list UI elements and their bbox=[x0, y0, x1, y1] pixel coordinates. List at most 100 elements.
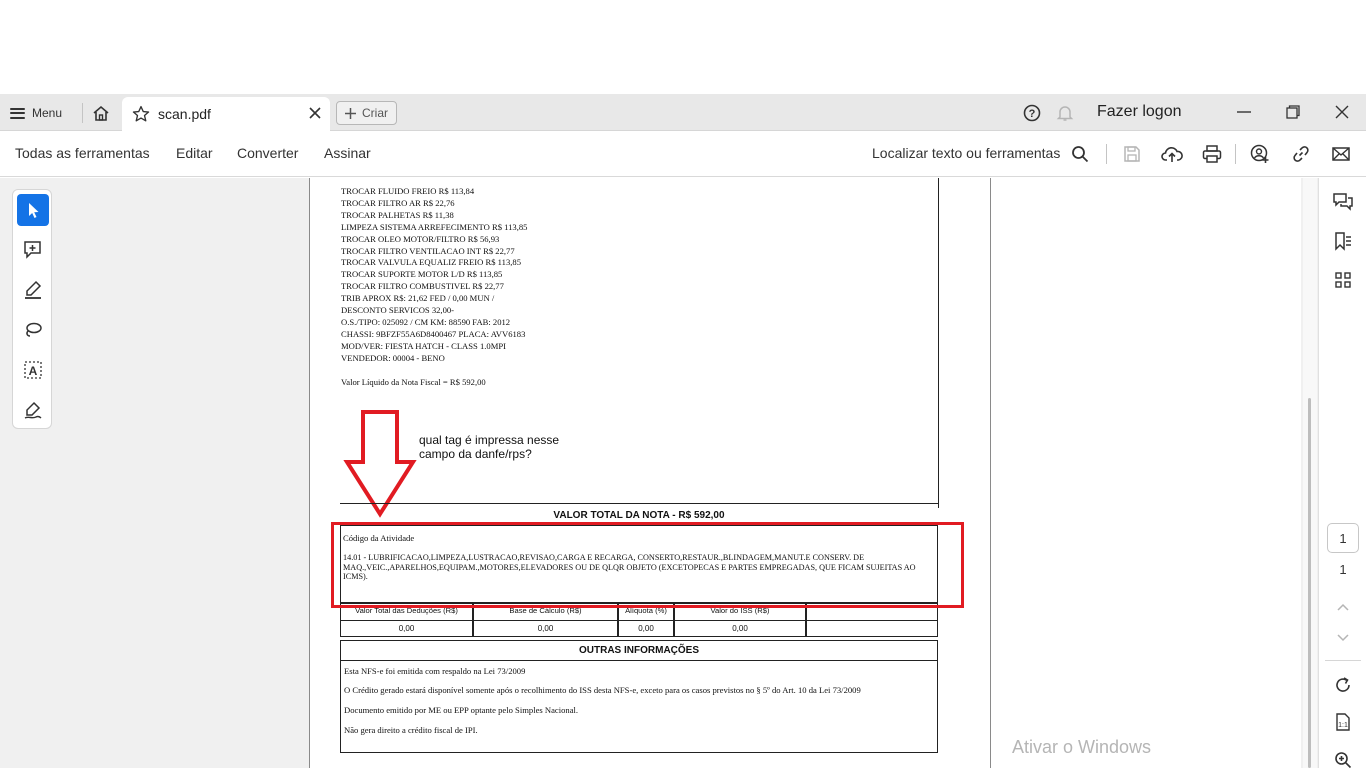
page-number-input[interactable]: 1 bbox=[1327, 523, 1359, 553]
info-line: O Crédito gerado estará disponível somen… bbox=[344, 685, 861, 695]
table-value: 0,00 bbox=[398, 624, 415, 633]
find-tools-label[interactable]: Localizar texto ou ferramentas bbox=[872, 145, 1060, 161]
svg-text:?: ? bbox=[1029, 108, 1036, 120]
quick-tools-bar: A bbox=[12, 189, 52, 429]
service-line: TROCAR FLUIDO FREIO R$ 113,84 bbox=[341, 186, 475, 196]
service-line: TRIB APROX R$: 21,62 FED / 0,00 MUN / bbox=[341, 293, 495, 304]
help-icon[interactable]: ? bbox=[1023, 104, 1041, 127]
link-icon[interactable] bbox=[1290, 143, 1312, 165]
close-window-button[interactable] bbox=[1330, 100, 1354, 124]
comment-plus-icon bbox=[24, 241, 41, 259]
toolbar-edit[interactable]: Editar bbox=[176, 145, 213, 161]
info-line: Não gera direito a crédito fiscal de IPI… bbox=[344, 725, 478, 735]
service-line: TROCAR PALHETAS R$ 11,38 bbox=[341, 209, 454, 220]
toolbar-sign[interactable]: Assinar bbox=[324, 145, 371, 161]
tab-title: scan.pdf bbox=[158, 106, 211, 122]
toolbar-all-tools[interactable]: Todas as ferramentas bbox=[15, 145, 150, 161]
save-icon[interactable] bbox=[1121, 143, 1143, 165]
bookmarks-panel-icon[interactable] bbox=[1331, 229, 1355, 253]
select-tool[interactable] bbox=[17, 194, 49, 226]
pdf-page[interactable]: TROCAR FLUIDO FREIO R$ 113,84 TROCAR FIL… bbox=[309, 178, 991, 768]
search-icon[interactable] bbox=[1069, 143, 1091, 165]
sign-tool[interactable] bbox=[17, 394, 49, 426]
divider bbox=[1106, 144, 1107, 164]
thumbnails-grid-icon[interactable] bbox=[1331, 268, 1355, 292]
info-line: Documento emitido por ME ou EPP optante … bbox=[344, 705, 579, 715]
rotate-icon[interactable] bbox=[1331, 673, 1355, 697]
service-line: TROCAR FILTRO AR R$ 22,76 bbox=[341, 197, 455, 208]
divider bbox=[1325, 660, 1361, 661]
service-line: TROCAR FILTRO COMBUSTIVEL R$ 22,77 bbox=[341, 281, 504, 292]
outras-box bbox=[340, 640, 938, 753]
share-user-icon[interactable] bbox=[1249, 143, 1271, 165]
page-total: 1 bbox=[1339, 562, 1347, 577]
info-line: Esta NFS-e foi emitida com respaldo na L… bbox=[344, 666, 526, 676]
service-line: TROCAR SUPORTE MOTOR L/D R$ 113,85 bbox=[341, 269, 503, 280]
red-arrow-annotation bbox=[343, 410, 417, 518]
title-bar: Menu scan.pdf Criar ? Fazer logon bbox=[0, 94, 1366, 131]
close-icon bbox=[1335, 105, 1349, 119]
section-line bbox=[340, 503, 938, 504]
minimize-button[interactable] bbox=[1232, 100, 1256, 124]
service-line: VENDEDOR: 00004 - BENO bbox=[341, 352, 445, 363]
text-box-icon: A bbox=[24, 361, 42, 379]
chevron-down-icon[interactable] bbox=[1331, 626, 1355, 650]
service-line: DESCONTO SERVICOS 32,00- bbox=[341, 305, 455, 316]
document-tab[interactable]: scan.pdf bbox=[122, 97, 330, 131]
service-lines: TROCAR FLUIDO FREIO R$ 113,84 TROCAR FIL… bbox=[341, 186, 527, 365]
service-line: CHASSI: 9BFZF55A6D8400467 PLACA: AVV6183 bbox=[341, 328, 526, 339]
menu-button[interactable]: Menu bbox=[10, 102, 62, 124]
service-line: TROCAR OLEO MOTOR/FILTRO R$ 56,93 bbox=[341, 233, 500, 244]
service-line: MOD/VER: FIESTA HATCH - CLASS 1.0MPI bbox=[341, 340, 507, 351]
notification-bell-icon[interactable] bbox=[1056, 104, 1074, 127]
zoom-in-icon[interactable] bbox=[1331, 748, 1355, 772]
create-label: Criar bbox=[362, 106, 388, 120]
home-icon bbox=[93, 105, 109, 121]
sign-in-link[interactable]: Fazer logon bbox=[1097, 103, 1182, 121]
scrollbar-thumb[interactable] bbox=[1308, 398, 1311, 768]
service-line: TROCAR FILTRO VENTILACAO INT R$ 22,77 bbox=[341, 245, 515, 256]
table-value: 0,00 bbox=[732, 624, 748, 633]
draw-tool[interactable] bbox=[17, 314, 49, 346]
table-value: 0,00 bbox=[537, 624, 554, 633]
workspace-right-area bbox=[991, 178, 1301, 768]
main-toolbar: Todas as ferramentas Editar Converter As… bbox=[0, 131, 1366, 177]
windows-activation-watermark: Ativar o Windows bbox=[1012, 737, 1152, 757]
service-line: LIMPEZA SISTEMA ARREFECIMENTO R$ 113,85 bbox=[341, 221, 528, 232]
comments-panel-icon[interactable] bbox=[1331, 190, 1355, 214]
table-line bbox=[340, 620, 938, 621]
lasso-icon bbox=[26, 322, 42, 337]
outras-title: OUTRAS INFORMAÇÕES bbox=[579, 645, 699, 656]
divider bbox=[82, 103, 83, 123]
chevron-up-icon[interactable] bbox=[1331, 595, 1355, 619]
cursor-arrow-icon bbox=[29, 203, 39, 218]
star-icon[interactable] bbox=[132, 105, 150, 123]
menu-label: Menu bbox=[32, 106, 63, 120]
table-value: 0,00 bbox=[638, 624, 654, 633]
home-button[interactable] bbox=[89, 102, 113, 124]
hamburger-icon bbox=[10, 107, 25, 119]
svg-text:A: A bbox=[29, 364, 38, 378]
service-line: O.S./TIPO: 025092 / CM KM: 88590 FAB: 20… bbox=[341, 316, 511, 327]
highlight-tool[interactable] bbox=[17, 274, 49, 306]
close-tab-icon[interactable] bbox=[308, 106, 322, 120]
plus-icon bbox=[345, 107, 356, 119]
minimize-icon bbox=[1237, 111, 1251, 113]
text-recognition-tool[interactable]: A bbox=[17, 354, 49, 386]
upload-cloud-icon[interactable] bbox=[1161, 143, 1183, 165]
print-icon[interactable] bbox=[1201, 143, 1223, 165]
valor-total: VALOR TOTAL DA NOTA - R$ 592,00 bbox=[553, 510, 725, 521]
actual-size-icon[interactable]: 1:1 bbox=[1331, 710, 1355, 734]
divider bbox=[1235, 144, 1236, 164]
toolbar-convert[interactable]: Converter bbox=[237, 145, 298, 161]
restore-icon bbox=[1286, 105, 1300, 119]
email-icon[interactable] bbox=[1330, 143, 1352, 165]
annotation-question: qual tag é impressa nesse campo da danfe… bbox=[419, 433, 560, 461]
add-comment-tool[interactable] bbox=[17, 234, 49, 266]
page-border-line bbox=[938, 178, 939, 508]
signature-pen-icon bbox=[24, 401, 42, 419]
restore-button[interactable] bbox=[1281, 100, 1305, 124]
top-blank-area bbox=[0, 0, 1366, 94]
svg-text:1:1: 1:1 bbox=[1338, 722, 1348, 729]
create-button[interactable]: Criar bbox=[336, 101, 397, 125]
